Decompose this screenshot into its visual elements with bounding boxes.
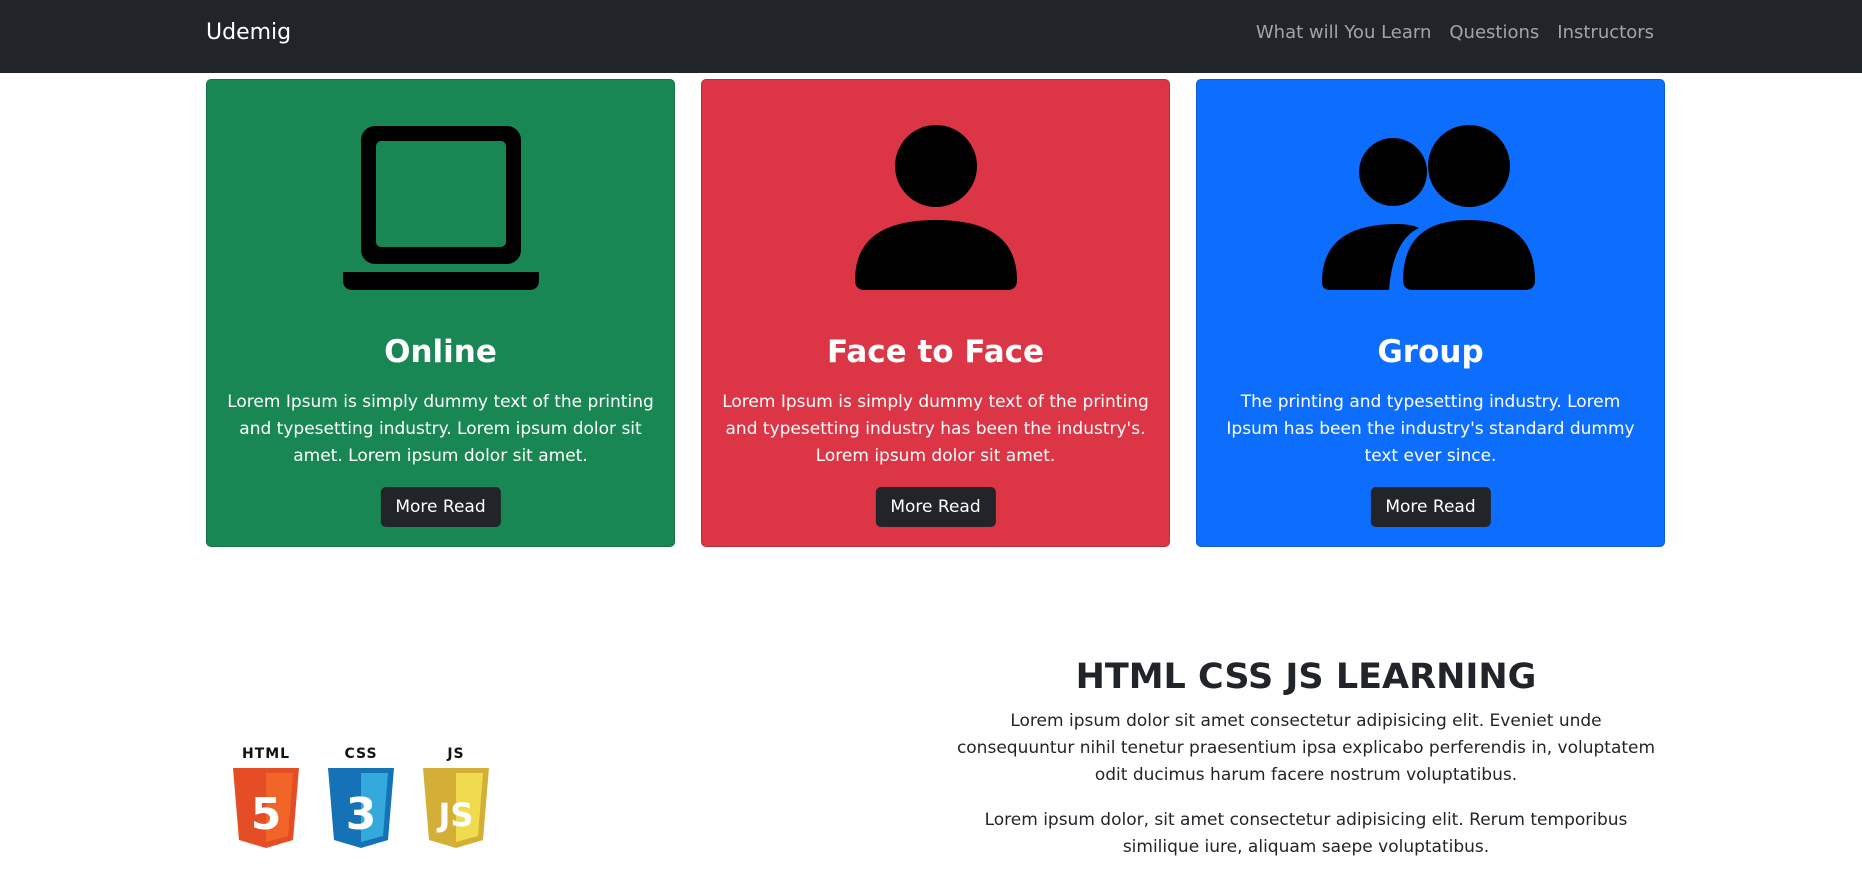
card-online: Online Lorem Ipsum is simply dummy text … (206, 79, 675, 547)
learning-paragraph-2: Lorem ipsum dolor, sit amet consectetur … (984, 810, 1628, 857)
learning-title: HTML CSS JS LEARNING (1075, 657, 1537, 697)
card-group: Group The printing and typesetting indus… (1196, 79, 1665, 547)
brand-link[interactable]: Udemig (206, 18, 291, 48)
person-icon (854, 125, 1017, 290)
nav-link-questions[interactable]: Questions (1449, 19, 1539, 47)
more-read-button[interactable]: More Read (380, 487, 501, 527)
html5-icon: HTML 5 (229, 746, 303, 848)
card-text: Lorem Ipsum is simply dummy text of the … (722, 392, 1149, 466)
card-title: Group (1377, 334, 1484, 370)
card-title: Face to Face (826, 334, 1045, 370)
nav-link-instructors[interactable]: Instructors (1557, 19, 1654, 47)
navbar: Udemig What will You Learn Questions Ins… (0, 0, 1862, 73)
laptop-icon (342, 126, 539, 290)
card-text: The printing and typesetting industry. L… (1226, 392, 1635, 466)
learning-paragraph-1: Lorem ipsum dolor sit amet consectetur a… (956, 711, 1656, 785)
more-read-button[interactable]: More Read (1370, 487, 1491, 527)
card-text: Lorem Ipsum is simply dummy text of the … (227, 392, 654, 466)
card-title: Online (384, 334, 497, 370)
svg-text:5: 5 (251, 789, 282, 840)
nav-links: What will You Learn Questions Instructor… (1256, 19, 1654, 47)
svg-text:JS: JS (437, 796, 474, 834)
card-face-to-face: Face to Face Lorem Ipsum is simply dummy… (701, 79, 1170, 547)
svg-text:3: 3 (346, 789, 377, 840)
nav-link-what-will-you-learn[interactable]: What will You Learn (1256, 19, 1432, 47)
people-icon (1321, 125, 1535, 290)
js-icon: JS JS (419, 746, 493, 848)
more-read-button[interactable]: More Read (875, 487, 996, 527)
css3-icon: CSS 3 (324, 746, 398, 848)
